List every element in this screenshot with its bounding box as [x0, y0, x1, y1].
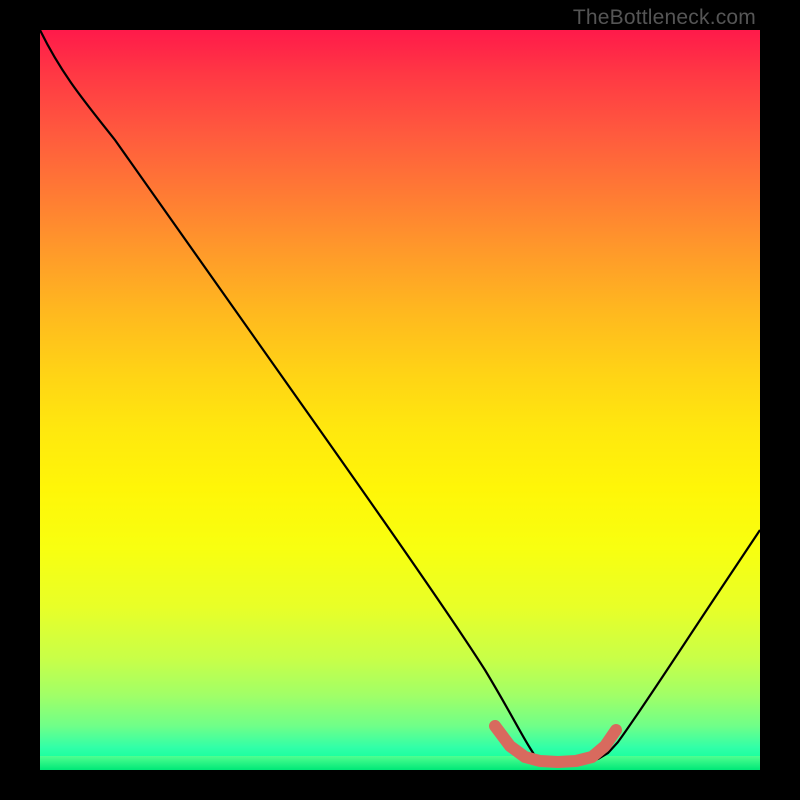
chart-container: TheBottleneck.com	[0, 0, 800, 800]
optimal-range-highlight	[495, 726, 616, 762]
bottleneck-curve-line	[40, 30, 760, 763]
curve-svg	[40, 30, 760, 770]
plot-area	[40, 30, 760, 770]
watermark-text: TheBottleneck.com	[573, 6, 756, 30]
